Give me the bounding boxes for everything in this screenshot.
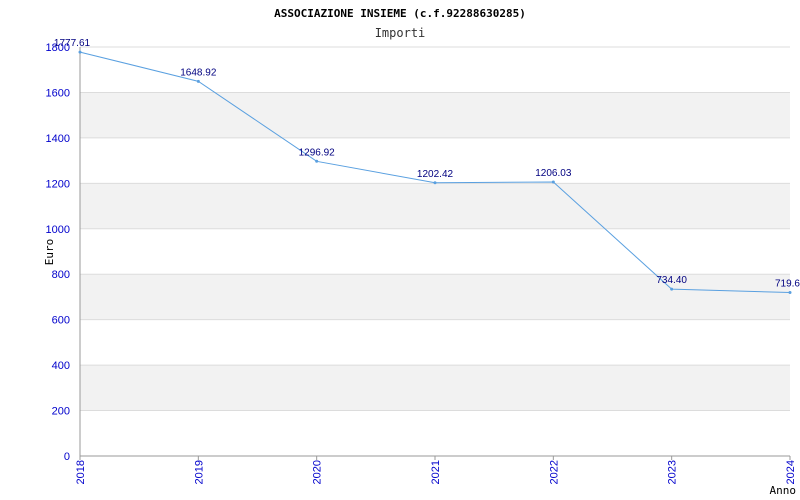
x-tick-labels: 2018 2019 2020 2021 2022 2023 2024	[75, 456, 797, 484]
x-tick-label: 2018	[75, 460, 87, 484]
y-tick-label: 600	[52, 315, 70, 327]
x-tick-label: 2019	[193, 460, 205, 484]
data-point	[78, 50, 82, 54]
y-tick-label: 400	[52, 360, 70, 372]
data-point	[315, 159, 319, 163]
data-point	[433, 181, 437, 185]
chart-title: ASSOCIAZIONE INSIEME (c.f.92288630285)	[274, 7, 526, 20]
x-axis-label: Anno	[770, 484, 797, 497]
y-tick-label: 1600	[46, 87, 70, 99]
grid-band	[80, 183, 790, 229]
x-tick-label: 2023	[667, 460, 679, 484]
y-tick-label: 800	[52, 269, 70, 281]
data-labels: 1777.61 1648.92 1296.92 1202.42 1206.03 734.4…	[54, 38, 800, 289]
data-label: 1648.92	[180, 67, 217, 78]
chart-subtitle: Importi	[375, 26, 426, 40]
line-chart: 020040060080010001200140016001800 2018 20…	[43, 7, 800, 497]
data-label: 1202.42	[417, 169, 454, 180]
y-tick-label: 0	[64, 451, 70, 463]
data-point	[551, 180, 555, 184]
data-label: 1777.61	[54, 38, 91, 49]
data-label: 1296.92	[299, 147, 336, 158]
y-tick-label: 1000	[46, 224, 70, 236]
data-label: 1206.03	[535, 168, 572, 179]
background-bands	[80, 92, 790, 411]
x-tick-label: 2021	[430, 460, 442, 484]
data-point	[788, 290, 792, 294]
y-axis-label: Euro	[43, 239, 56, 266]
data-label: 734.40	[656, 275, 687, 286]
data-label: 719.6	[775, 278, 800, 289]
data-point	[196, 79, 200, 83]
x-tick-label: 2020	[312, 460, 324, 484]
x-tick-label: 2022	[548, 460, 560, 484]
grid-band	[80, 365, 790, 411]
grid-band	[80, 92, 790, 138]
x-tick-label: 2024	[785, 460, 797, 484]
data-point	[670, 287, 674, 291]
y-tick-label: 1200	[46, 178, 70, 190]
y-tick-label: 200	[52, 406, 70, 418]
y-tick-label: 1400	[46, 133, 70, 145]
